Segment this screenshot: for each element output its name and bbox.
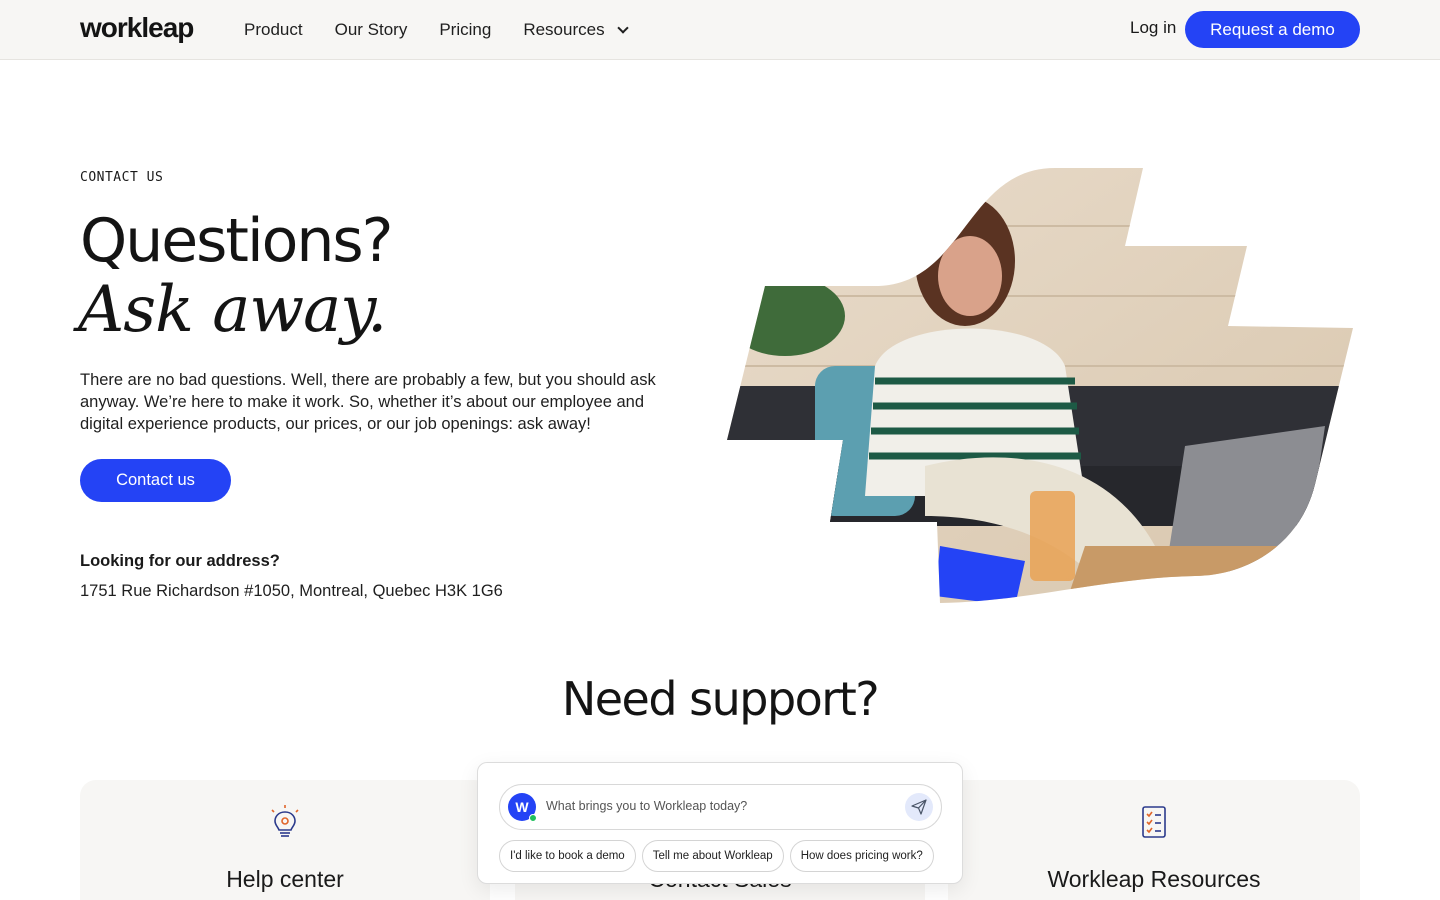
chip-book-demo[interactable]: I'd like to book a demo [499, 840, 636, 872]
resources-title: Workleap Resources [1047, 866, 1261, 892]
resources-card[interactable]: Workleap Resources [948, 780, 1360, 900]
login-link[interactable]: Log in [1130, 18, 1176, 38]
checklist-icon [1142, 806, 1166, 838]
online-status-icon [529, 814, 537, 822]
chevron-down-icon [616, 21, 629, 34]
hero-title-italic: Ask away. [78, 273, 387, 347]
lightbulb-icon [271, 805, 299, 837]
chip-about-workleap[interactable]: Tell me about Workleap [641, 840, 784, 872]
help-center-title: Help center [226, 866, 344, 892]
top-nav: workleap Product Our Story Pricing Resou… [0, 0, 1440, 60]
address-text: 1751 Rue Richardson #1050, Montreal, Que… [80, 582, 503, 600]
nav-product[interactable]: Product [244, 20, 303, 40]
send-icon [911, 799, 927, 815]
nav-our-story[interactable]: Our Story [335, 20, 408, 40]
hero-description: There are no bad questions. Well, there … [80, 371, 656, 433]
nav-resources[interactable]: Resources [523, 20, 629, 40]
eyebrow-label: CONTACT US [80, 170, 164, 185]
address-heading: Looking for our address? [80, 552, 280, 570]
suggestion-chips: I'd like to book a demo Tell me about Wo… [499, 840, 934, 872]
nav-pricing[interactable]: Pricing [439, 20, 491, 40]
help-center-card[interactable]: Help center [80, 780, 490, 900]
send-button[interactable] [905, 793, 933, 821]
request-demo-button[interactable]: Request a demo [1185, 11, 1360, 48]
support-title: Need support? [561, 672, 880, 726]
chat-input[interactable]: W What brings you to Workleap today? [499, 784, 942, 830]
nav-resources-label: Resources [523, 20, 605, 39]
contact-us-button[interactable]: Contact us [80, 459, 231, 502]
workleap-logo[interactable]: workleap [80, 12, 194, 44]
chat-placeholder: What brings you to Workleap today? [546, 799, 748, 813]
hero-title: Questions? [80, 206, 393, 276]
nav-links: Product Our Story Pricing Resources [244, 0, 629, 60]
hero-photo [727, 168, 1353, 603]
chip-pricing[interactable]: How does pricing work? [789, 840, 934, 872]
chat-widget: W What brings you to Workleap today? I'd… [477, 762, 963, 884]
